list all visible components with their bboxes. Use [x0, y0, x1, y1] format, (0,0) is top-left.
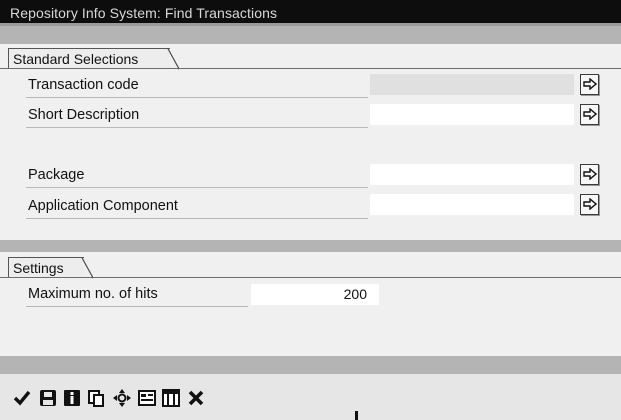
window-title: Repository Info System: Find Transaction…	[10, 5, 278, 21]
info-button[interactable]	[62, 388, 82, 408]
title-bar: Repository Info System: Find Transaction…	[0, 0, 621, 26]
save-button[interactable]	[38, 388, 58, 408]
copy-icon	[88, 390, 104, 407]
transaction-code-underline	[26, 97, 368, 98]
arrow-right-icon	[582, 197, 597, 211]
bottom-band	[0, 356, 621, 374]
max-hits-underline	[26, 306, 248, 307]
cancel-button[interactable]	[186, 388, 206, 408]
arrow-right-icon	[582, 77, 597, 91]
copy-button[interactable]	[86, 388, 106, 408]
application-component-underline	[26, 218, 368, 219]
table-settings-button[interactable]	[161, 388, 181, 408]
cancel-icon	[188, 390, 204, 406]
standard-selections-tab: Standard Selections	[8, 48, 179, 70]
standard-selections-title: Standard Selections	[13, 51, 139, 67]
navigate-icon	[113, 389, 131, 407]
package-label: Package	[28, 167, 85, 183]
settings-title: Settings	[13, 260, 64, 276]
resize-marker	[355, 411, 358, 420]
tab-slant	[167, 48, 179, 70]
short-description-input[interactable]	[370, 104, 574, 125]
package-multiple-selection-button[interactable]	[580, 164, 599, 185]
save-icon	[40, 390, 56, 406]
standard-selections-rule	[0, 68, 621, 69]
settings-rule	[0, 277, 621, 278]
package-underline	[26, 187, 368, 188]
settings-tab: Settings	[8, 257, 93, 279]
tab-slant	[81, 257, 93, 279]
middle-band	[0, 240, 621, 252]
package-input[interactable]	[370, 164, 574, 185]
display-list-icon	[138, 390, 156, 406]
short-description-underline	[26, 127, 368, 128]
top-band	[0, 26, 621, 44]
transaction-code-multiple-selection-button[interactable]	[580, 74, 599, 95]
application-component-multiple-selection-button[interactable]	[580, 194, 599, 215]
application-toolbar	[0, 374, 621, 420]
display-list-button[interactable]	[137, 388, 157, 408]
info-icon	[64, 390, 80, 406]
transaction-code-input[interactable]	[370, 74, 574, 95]
application-component-input[interactable]	[370, 194, 574, 215]
short-description-multiple-selection-button[interactable]	[580, 104, 599, 125]
table-settings-icon	[162, 389, 180, 407]
checkmark-icon	[13, 390, 31, 406]
arrow-right-icon	[582, 107, 597, 121]
application-component-label: Application Component	[28, 198, 178, 214]
max-hits-label: Maximum no. of hits	[28, 286, 158, 302]
navigate-button[interactable]	[112, 388, 132, 408]
max-hits-input[interactable]: 200	[251, 284, 379, 305]
execute-button[interactable]	[12, 388, 32, 408]
transaction-code-label: Transaction code	[28, 77, 139, 93]
short-description-label: Short Description	[28, 107, 140, 123]
arrow-right-icon	[582, 167, 597, 181]
max-hits-value: 200	[343, 286, 367, 302]
